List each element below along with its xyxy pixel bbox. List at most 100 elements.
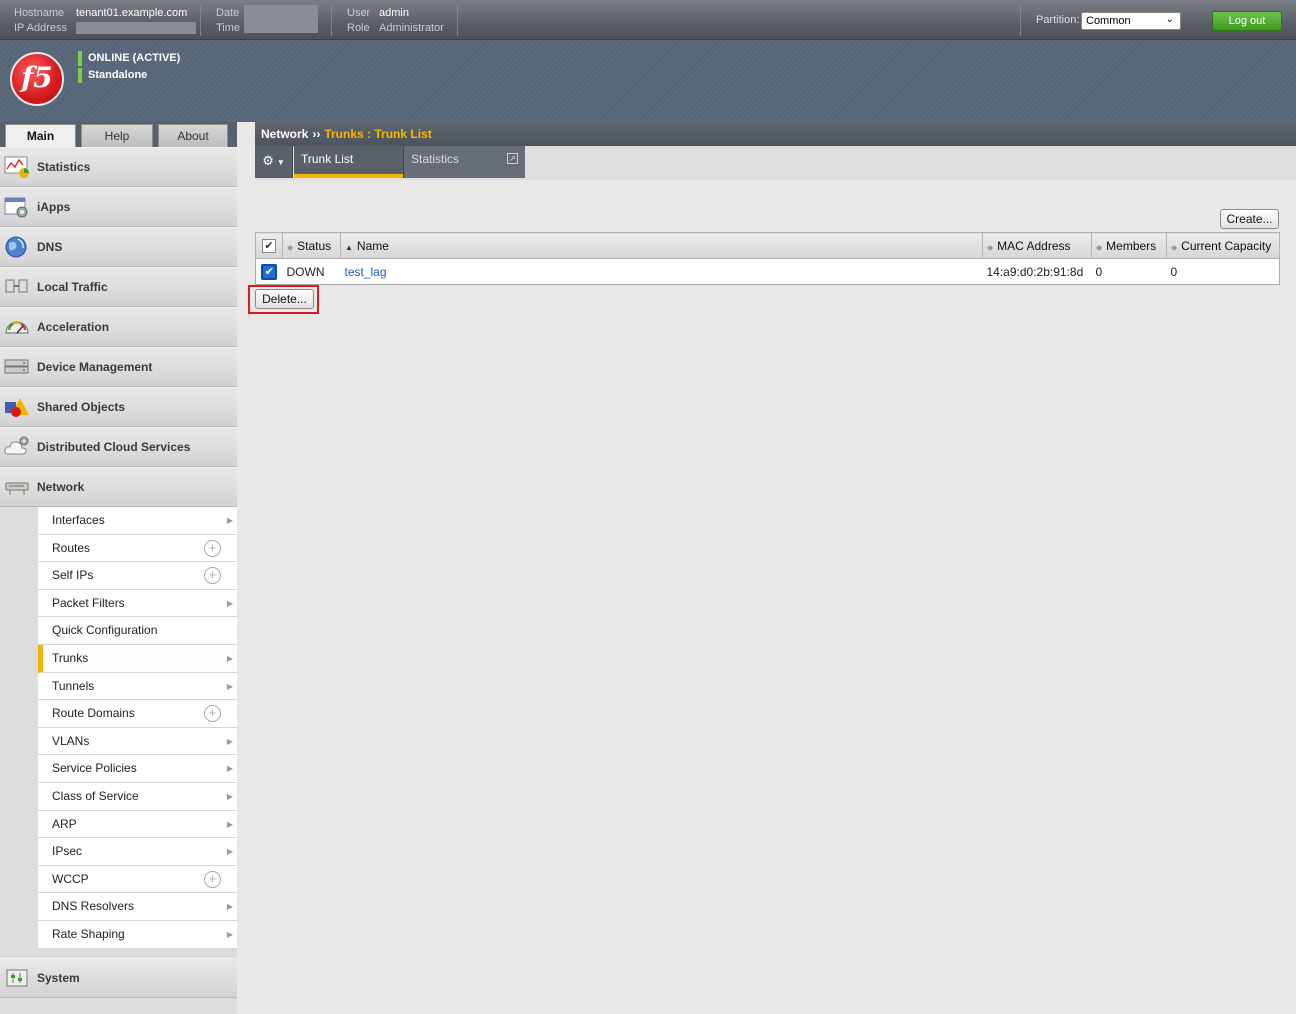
add-circle-icon[interactable]: + — [204, 870, 221, 888]
sidebar-section-shared-objects[interactable]: Shared Objects — [0, 387, 237, 427]
sort-icon: ◆ — [287, 242, 294, 252]
tab-main[interactable]: Main — [5, 124, 76, 147]
user-value: admin — [379, 7, 409, 19]
sidebar-item-wccp[interactable]: WCCP + — [38, 865, 237, 894]
sidebar-item-service-policies[interactable]: Service Policies ▶ — [38, 755, 237, 783]
column-mac-address[interactable]: ◆ MAC Address — [982, 232, 1092, 259]
column-label: Name — [356, 238, 389, 253]
add-circle-icon[interactable]: + — [204, 539, 221, 557]
trunk-name-link[interactable]: test_lag — [345, 265, 387, 279]
sidebar-item-routes[interactable]: Routes + — [38, 534, 237, 563]
breadcrumb-root[interactable]: Network — [261, 127, 308, 141]
chevron-right-icon[interactable]: ▶ — [227, 783, 233, 810]
chevron-right-icon[interactable]: ▶ — [227, 921, 233, 948]
sidebar-section-statistics[interactable]: Statistics — [0, 147, 237, 187]
host-info: Hostname tenant01.example.com IP Address — [14, 6, 196, 36]
select-all-checkbox[interactable]: ✔ — [262, 239, 276, 253]
chevron-right-icon[interactable]: ▶ — [227, 893, 233, 920]
column-label: Members — [1106, 238, 1157, 253]
tab-statistics[interactable]: Statistics ↗ — [403, 146, 525, 178]
local-traffic-icon — [5, 279, 28, 293]
sidebar-section-label: Network — [37, 480, 85, 494]
sidebar-item-route-domains[interactable]: Route Domains + — [38, 700, 237, 728]
sidebar-section-acceleration[interactable]: Acceleration — [0, 307, 237, 347]
role-value: Administrator — [379, 22, 444, 34]
sidebar-item-trunks[interactable]: Trunks ▶ — [38, 644, 237, 673]
sidebar-section-system[interactable]: System — [0, 958, 237, 998]
sidebar-section-label: iApps — [37, 200, 71, 214]
sort-icon: ◆ — [1171, 242, 1178, 252]
device-icon — [4, 359, 29, 374]
add-circle-icon[interactable]: + — [204, 705, 221, 723]
create-button[interactable]: Create... — [1220, 209, 1279, 229]
caret-down-icon: ▼ — [276, 158, 285, 167]
trunk-table: ✔ ◆ Status ▲ Name ◆ MAC Address ◆ Members ◆ C… — [255, 232, 1280, 285]
chevron-right-icon[interactable]: ▶ — [227, 838, 233, 865]
partition-select[interactable]: Common ⌄ — [1081, 12, 1181, 30]
chevron-right-icon[interactable]: ▶ — [227, 673, 233, 700]
user-label: User — [347, 7, 371, 19]
column-current-capacity[interactable]: ◆ Current Capacity — [1166, 232, 1280, 259]
cloud-gear-icon — [4, 436, 29, 455]
sidebar-item-quick-configuration[interactable]: Quick Configuration — [38, 617, 237, 645]
sidebar-item-packet-filters[interactable]: Packet Filters ▶ — [38, 589, 237, 618]
shapes-icon — [5, 398, 29, 417]
sidebar-item-ipsec[interactable]: IPsec ▶ — [38, 838, 237, 866]
ip-address-label: IP Address — [14, 22, 67, 34]
sidebar-item-label: Service Policies — [52, 761, 137, 776]
sidebar-item-vlans[interactable]: VLANs ▶ — [38, 727, 237, 756]
tab-statistics-label: Statistics — [411, 152, 460, 166]
system-icon — [6, 969, 28, 987]
logout-button[interactable]: Log out — [1212, 11, 1282, 31]
sidebar-section-label: Distributed Cloud Services — [37, 440, 191, 454]
sidebar-section-network[interactable]: Network — [0, 467, 237, 507]
tab-about[interactable]: About — [158, 124, 228, 147]
column-label: Status — [297, 238, 332, 253]
sidebar-item-interfaces[interactable]: Interfaces ▶ — [38, 507, 237, 535]
row-checkbox[interactable]: ✔ — [261, 263, 278, 280]
device-mode: Standalone — [78, 68, 147, 83]
column-status[interactable]: ◆ Status — [282, 232, 341, 259]
sidebar-section-dns[interactable]: DNS — [0, 227, 237, 267]
divider — [457, 4, 458, 36]
sidebar-section-device-management[interactable]: Device Management — [0, 347, 237, 387]
settings-menu-button[interactable]: ⚙ ▼ — [255, 146, 293, 178]
sidebar-section-iapps[interactable]: iApps — [0, 187, 237, 227]
sidebar-item-arp[interactable]: ARP ▶ — [38, 810, 237, 839]
network-submenu: Interfaces ▶ Routes + Self IPs + Packet Filter… — [38, 507, 237, 949]
breadcrumb: Network ›› Trunks : Trunk List — [255, 122, 1296, 146]
sidebar-item-label: IPsec — [52, 844, 83, 859]
chevron-right-icon[interactable]: ▶ — [227, 755, 233, 782]
sidebar-item-rate-shaping[interactable]: Rate Shaping ▶ — [38, 920, 237, 949]
sidebar-section-local-traffic[interactable]: Local Traffic — [0, 267, 237, 307]
column-name[interactable]: ▲ Name — [340, 232, 983, 259]
chevron-right-icon[interactable]: ▶ — [227, 645, 233, 672]
date-time-info: Date Time — [216, 6, 240, 36]
tab-help[interactable]: Help — [81, 124, 153, 147]
statistics-icon — [4, 156, 29, 178]
sidebar-item-class-of-service[interactable]: Class of Service ▶ — [38, 782, 237, 811]
breadcrumb-separator: ›› — [312, 127, 321, 141]
sidebar-item-tunnels[interactable]: Tunnels ▶ — [38, 672, 237, 701]
nav-tabs: Main Help About — [0, 122, 237, 147]
sidebar-item-self-ips[interactable]: Self IPs + — [38, 562, 237, 590]
sidebar-item-label: ARP — [52, 816, 77, 831]
sidebar-item-label: Rate Shaping — [52, 926, 125, 941]
delete-button[interactable]: Delete... — [255, 289, 314, 309]
column-members[interactable]: ◆ Members — [1091, 232, 1167, 259]
sidebar-item-dns-resolvers[interactable]: DNS Resolvers ▶ — [38, 893, 237, 921]
chevron-right-icon[interactable]: ▶ — [227, 811, 233, 838]
chevron-right-icon[interactable]: ▶ — [227, 728, 233, 755]
partition-label: Partition: — [1036, 14, 1080, 26]
chevron-right-icon[interactable]: ▶ — [227, 507, 233, 534]
chevron-right-icon[interactable]: ▶ — [227, 590, 233, 617]
sort-ascending-icon: ▲ — [345, 242, 353, 252]
breadcrumb-current: Trunks : Trunk List — [324, 127, 432, 141]
sidebar-section-label: DNS — [37, 240, 63, 254]
gauge-icon — [5, 321, 29, 334]
tab-trunk-list[interactable]: Trunk List — [294, 146, 403, 178]
sidebar-section-label: Statistics — [37, 160, 91, 174]
divider — [200, 4, 201, 36]
sidebar-section-distributed-cloud-services[interactable]: Distributed Cloud Services — [0, 427, 237, 467]
add-circle-icon[interactable]: + — [204, 567, 221, 585]
